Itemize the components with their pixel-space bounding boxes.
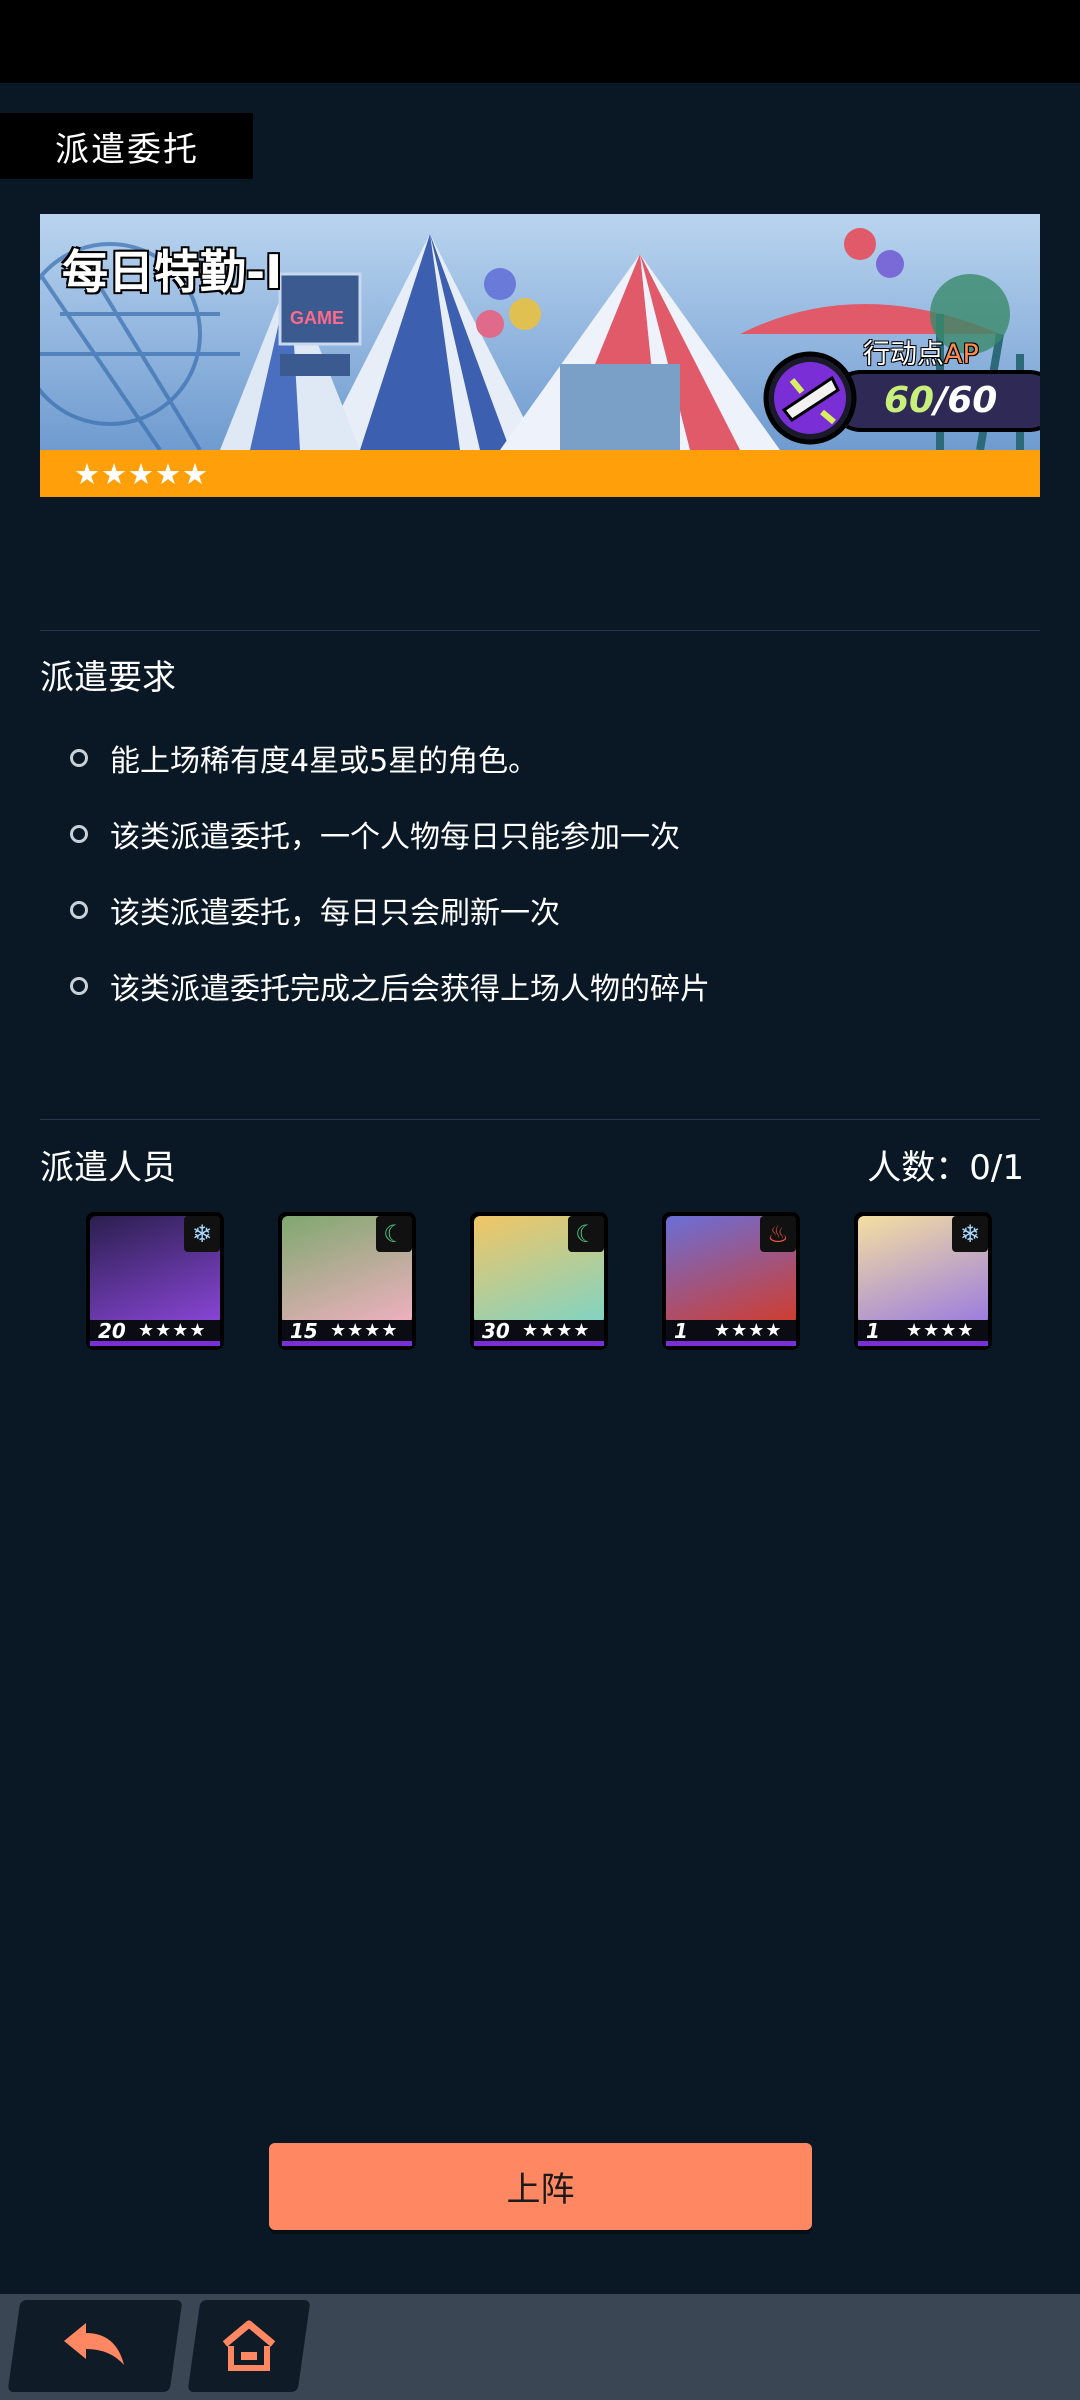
back-button[interactable]: [7, 2300, 183, 2392]
character-level: 20: [98, 1318, 126, 1343]
home-button[interactable]: [187, 2300, 311, 2392]
mission-name: 每日特勤-Ⅰ: [62, 245, 283, 299]
bullet-icon: [70, 977, 88, 995]
character-level: 30: [482, 1318, 510, 1343]
character-info: 30 ★★★★: [474, 1318, 604, 1346]
character-level: 15: [290, 1318, 318, 1343]
back-arrow-icon: [64, 2323, 124, 2365]
bullet-icon: [70, 749, 88, 767]
snowflake-icon: ❄: [952, 1216, 988, 1252]
fire-icon: ♨: [760, 1216, 796, 1252]
character-stars: ★★★★: [138, 1320, 207, 1341]
ap-label: 行动点AP: [863, 332, 979, 371]
character-level: 1: [866, 1318, 880, 1343]
personnel-count: 人数：0/1: [867, 1140, 1024, 1189]
section-divider: [40, 1119, 1040, 1120]
page-title-text: 派遣委托: [55, 129, 199, 170]
requirement-text: 能上场稀有度4星或5星的角色。: [110, 744, 539, 779]
ap-ticket-icon: [763, 351, 857, 445]
requirements-list: 能上场稀有度4星或5星的角色。 该类派遣委托，一个人物每日只能参加一次 该类派遣…: [70, 720, 1030, 1024]
svg-text:GAME: GAME: [290, 308, 344, 328]
wind-icon: ☾: [568, 1216, 604, 1252]
wind-icon: ☾: [376, 1216, 412, 1252]
character-level: 1: [674, 1318, 688, 1343]
ap-current: 60: [884, 380, 935, 421]
character-stars: ★★★★: [906, 1320, 975, 1341]
ap-label-text: 行动点: [863, 339, 944, 370]
list-item: 该类派遣委托，一个人物每日只能参加一次: [70, 796, 1030, 872]
character-card[interactable]: ☾ 15 ★★★★: [278, 1212, 416, 1350]
character-info: 15 ★★★★: [282, 1318, 412, 1346]
character-stars: ★★★★: [522, 1320, 591, 1341]
character-info: 20 ★★★★: [90, 1318, 220, 1346]
ap-max: /60: [934, 380, 998, 421]
section-divider: [40, 630, 1040, 631]
ap-counter: 60/60: [830, 370, 1040, 432]
character-stars: ★★★★: [330, 1320, 399, 1341]
requirement-text: 该类派遣委托完成之后会获得上场人物的碎片: [110, 972, 710, 1007]
character-card[interactable]: ♨ 1 ★★★★: [662, 1212, 800, 1350]
page-title: 派遣委托: [0, 113, 253, 179]
character-info: 1 ★★★★: [666, 1318, 796, 1346]
character-card[interactable]: ❄ 20 ★★★★: [86, 1212, 224, 1350]
difficulty-stars: ★★★★★: [40, 450, 1040, 497]
list-item: 该类派遣委托完成之后会获得上场人物的碎片: [70, 948, 1030, 1024]
personnel-title: 派遣人员: [40, 1148, 176, 1188]
character-stars: ★★★★: [714, 1320, 783, 1341]
status-bar: [0, 0, 1080, 83]
requirement-text: 该类派遣委托，一个人物每日只能参加一次: [110, 820, 680, 855]
ap-value: 60/60: [884, 380, 997, 421]
snowflake-icon: ❄: [184, 1216, 220, 1252]
list-item: 该类派遣委托，每日只会刷新一次: [70, 872, 1030, 948]
ap-label-accent: AP: [944, 339, 979, 370]
bullet-icon: [70, 825, 88, 843]
character-card[interactable]: ☾ 30 ★★★★: [470, 1212, 608, 1350]
home-icon: [222, 2320, 276, 2371]
deploy-button[interactable]: 上阵: [269, 2143, 812, 2230]
requirement-text: 该类派遣委托，每日只会刷新一次: [110, 896, 560, 931]
character-card[interactable]: ❄ 1 ★★★★: [854, 1212, 992, 1350]
mission-banner[interactable]: GAME 每日特勤-Ⅰ 行动点AP 60/60 ★★★★★: [40, 214, 1040, 497]
count-value: 0/1: [969, 1148, 1024, 1188]
bullet-icon: [70, 901, 88, 919]
list-item: 能上场稀有度4星或5星的角色。: [70, 720, 1030, 796]
character-roster: ❄ 20 ★★★★ ☾ 15 ★★★★ ☾ 30 ★★★★ ♨ 1 ★★★★ ❄: [86, 1212, 1006, 1352]
requirements-title: 派遣要求: [40, 658, 176, 698]
count-label: 人数：: [867, 1148, 970, 1188]
character-info: 1 ★★★★: [858, 1318, 988, 1346]
